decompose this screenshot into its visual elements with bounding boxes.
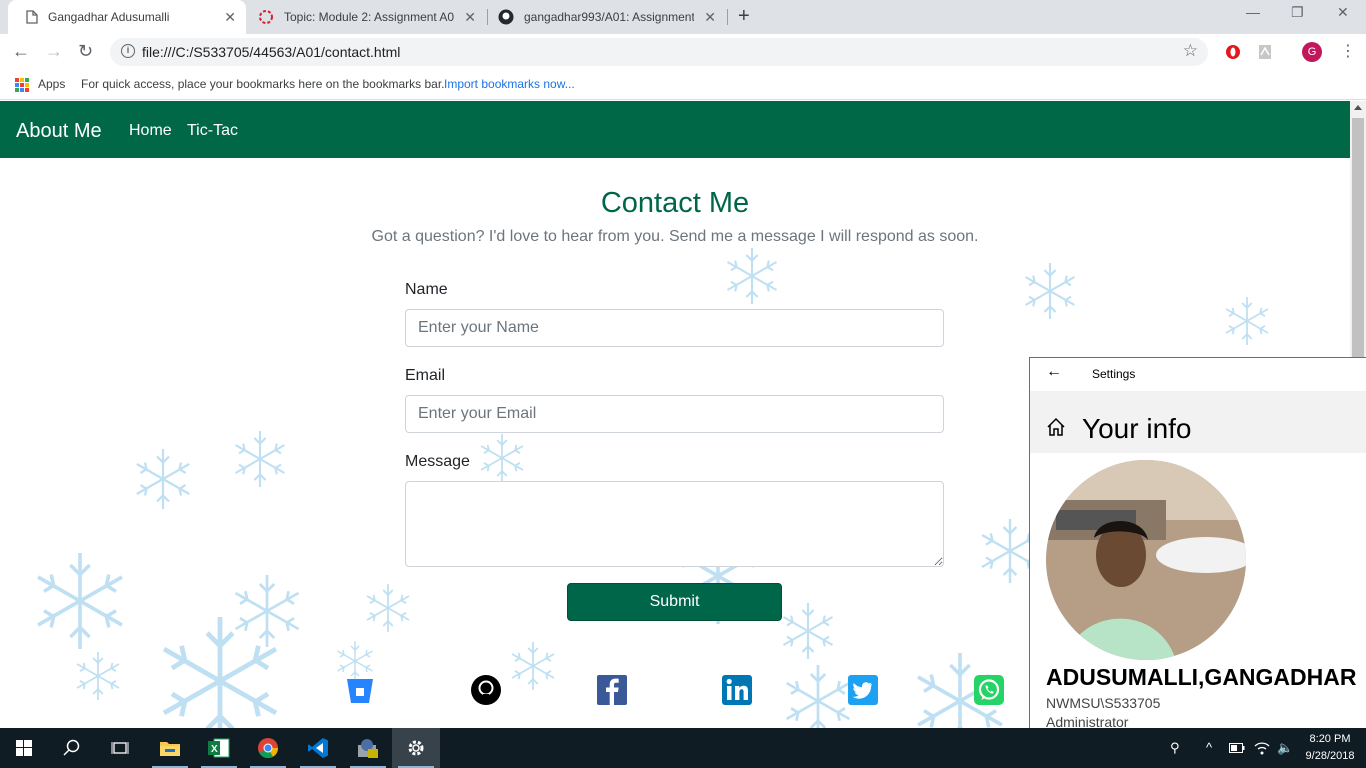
settings-header: Your info [1030, 391, 1366, 453]
github-icon [498, 9, 514, 25]
profile-avatar[interactable]: G [1302, 42, 1322, 62]
email-label: Email [405, 367, 446, 384]
github-icon[interactable] [470, 674, 502, 706]
settings-window: ← Settings Your info ADUSUMALLI,GANGADHA… [1029, 357, 1366, 728]
new-tab-button[interactable]: + [738, 5, 750, 28]
import-bookmarks-link[interactable]: Import bookmarks now... [444, 77, 575, 91]
browser-toolbar: ← → ↻ i file:///C:/S533705/44563/A01/con… [0, 34, 1366, 70]
chrome-icon[interactable] [244, 728, 292, 768]
windows-taskbar: X ⚲ ^ 🔈 8:20 PM 9/28/2018 [0, 728, 1366, 768]
facebook-icon[interactable] [596, 674, 628, 706]
window-close-icon[interactable]: ✕ [1337, 4, 1349, 21]
site-navbar: About Me Home Tic-Tac [0, 101, 1350, 158]
restore-icon[interactable]: ❐ [1291, 4, 1304, 21]
info-icon[interactable]: i [121, 44, 135, 58]
wifi-icon[interactable] [1254, 741, 1270, 755]
clock-time: 8:20 PM [1309, 733, 1351, 745]
page-title: Contact Me [600, 187, 750, 219]
user-account: NWMSU\S533705 [1046, 695, 1161, 711]
volume-icon[interactable]: 🔈 [1277, 740, 1293, 756]
nav-tic-tac[interactable]: Tic-Tac [187, 122, 238, 140]
file-explorer-icon[interactable] [146, 728, 194, 768]
reload-icon[interactable]: ↻ [78, 41, 93, 62]
opera-extension-icon[interactable] [1225, 44, 1241, 60]
task-view-icon[interactable] [96, 728, 144, 768]
settings-title: Settings [1092, 367, 1136, 381]
linkedin-icon[interactable] [721, 674, 753, 706]
svg-text:X: X [211, 744, 218, 755]
tab-gangadhar-adusumalli[interactable]: Gangadhar Adusumalli ✕ [8, 0, 246, 34]
people-icon[interactable]: ⚲ [1170, 740, 1180, 756]
back-icon[interactable]: ← [12, 41, 30, 62]
profile-photo [1046, 460, 1246, 660]
url-text[interactable]: file:///C:/S533705/44563/A01/contact.htm… [142, 44, 400, 60]
forward-icon[interactable]: → [45, 41, 63, 62]
apps-link[interactable]: Apps [38, 77, 65, 91]
name-label: Name [405, 281, 448, 298]
close-icon[interactable]: ✕ [224, 9, 236, 26]
start-icon[interactable] [0, 728, 48, 768]
show-hidden-icons[interactable]: ^ [1206, 740, 1212, 755]
submit-button[interactable]: Submit [567, 583, 782, 621]
excel-icon[interactable]: X [195, 728, 243, 768]
name-field[interactable] [405, 309, 944, 347]
settings-heading: Your info [1082, 413, 1192, 444]
browser-tabstrip: Gangadhar Adusumalli ✕ Topic: Module 2: … [0, 0, 1366, 34]
battery-icon[interactable] [1229, 743, 1245, 753]
menu-icon[interactable]: ⋮ [1340, 41, 1356, 61]
search-icon[interactable] [48, 728, 96, 768]
tab-separator [727, 9, 728, 25]
tab-title: Topic: Module 2: Assignment A01 [284, 10, 454, 24]
address-bar[interactable]: i file:///C:/S533705/44563/A01/contact.h… [110, 38, 1208, 66]
settings-icon[interactable] [392, 728, 440, 768]
message-field[interactable] [405, 481, 944, 567]
vscode-icon[interactable] [294, 728, 342, 768]
bitbucket-icon[interactable] [344, 674, 376, 706]
user-role: Administrator [1046, 714, 1129, 728]
page-icon [26, 10, 38, 24]
email-field[interactable] [405, 395, 944, 433]
clock-date: 9/28/2018 [1305, 750, 1355, 762]
whatsapp-icon[interactable] [973, 674, 1005, 706]
tab-github-repo[interactable]: gangadhar993/A01: Assignment ✕ [480, 0, 726, 34]
settings-titlebar: ← Settings [1030, 358, 1366, 391]
minimize-icon[interactable]: — [1246, 4, 1260, 20]
bookmarks-bar: Apps For quick access, place your bookma… [0, 70, 1366, 100]
canvas-logo-icon [259, 10, 273, 24]
tab-title: gangadhar993/A01: Assignment [524, 10, 694, 24]
tab-topic-module-2[interactable]: Topic: Module 2: Assignment A01 ✕ [240, 0, 486, 34]
close-icon[interactable]: ✕ [704, 9, 716, 26]
pdf-extension-icon[interactable] [1257, 44, 1273, 60]
bookmarks-hint: For quick access, place your bookmarks h… [81, 77, 445, 91]
user-name: ADUSUMALLI,GANGADHAR [1046, 664, 1357, 690]
scrollbar-thumb[interactable] [1352, 118, 1364, 378]
twitter-icon[interactable] [847, 674, 879, 706]
brand-link[interactable]: About Me [16, 120, 102, 143]
nav-home[interactable]: Home [129, 122, 172, 140]
app-icon[interactable] [344, 728, 392, 768]
message-label: Message [405, 453, 470, 470]
bookmark-star-icon[interactable]: ☆ [1183, 41, 1198, 61]
scroll-up-icon[interactable] [1354, 105, 1362, 110]
back-arrow-icon[interactable]: ← [1046, 363, 1062, 381]
system-clock[interactable]: 8:20 PM 9/28/2018 [1298, 731, 1362, 765]
home-icon[interactable] [1046, 417, 1066, 437]
close-icon[interactable]: ✕ [464, 9, 476, 26]
page-subtitle: Got a question? I'd love to hear from yo… [371, 228, 979, 245]
apps-grid-icon[interactable] [15, 78, 29, 92]
tab-title: Gangadhar Adusumalli [48, 10, 170, 24]
